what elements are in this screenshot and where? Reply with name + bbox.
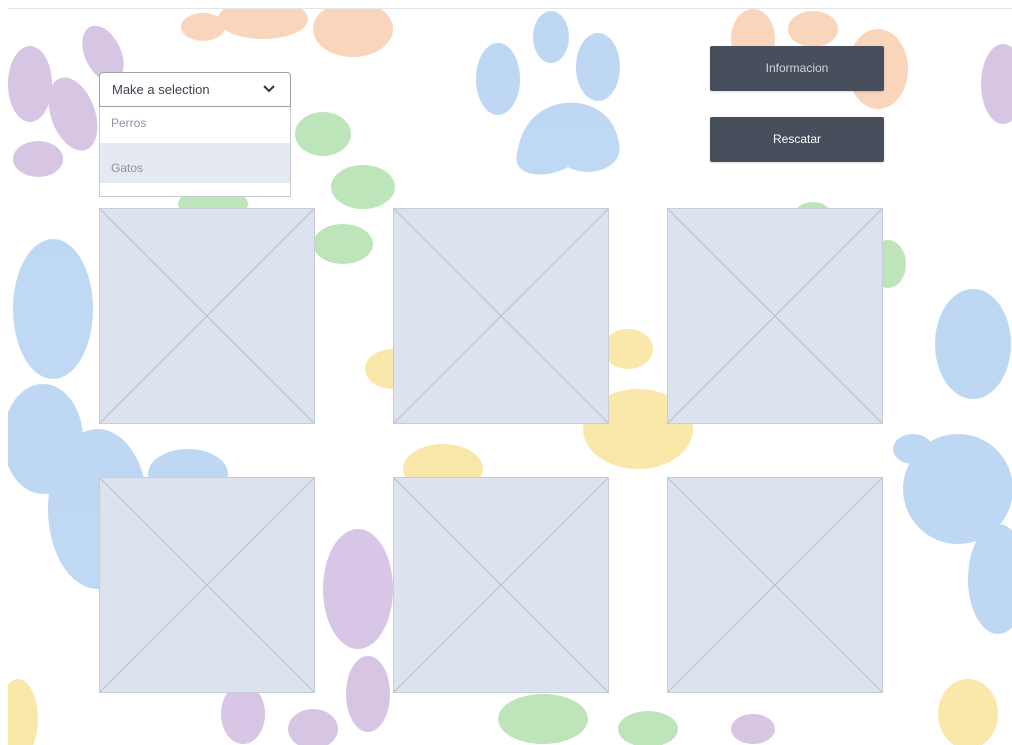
pet-image-placeholder[interactable] [393,477,609,693]
pet-image-placeholder[interactable] [393,208,609,424]
image-placeholder-icon [668,478,882,692]
dropdown-options-list: Perros Gatos [99,107,291,197]
chevron-down-icon [263,85,275,93]
pet-image-placeholder[interactable] [99,208,315,424]
informacion-button[interactable]: Informacion [710,46,884,91]
pet-image-placeholder[interactable] [667,477,883,693]
image-placeholder-icon [394,478,608,692]
image-placeholder-icon [100,209,314,423]
dropdown-toggle[interactable]: Make a selection [99,72,291,107]
rescatar-button[interactable]: Rescatar [710,117,884,162]
dropdown-option-perros[interactable]: Perros [100,107,290,143]
page: Make a selection Perros Gatos Informacio… [0,0,1012,745]
informacion-button-label: Informacion [765,61,829,75]
image-placeholder-icon [100,478,314,692]
animal-type-dropdown[interactable]: Make a selection Perros Gatos [99,72,291,197]
dropdown-option-gatos[interactable]: Gatos [100,143,290,183]
dropdown-selected-label: Make a selection [112,82,210,97]
image-placeholder-icon [668,209,882,423]
image-placeholder-icon [394,209,608,423]
pet-image-placeholder[interactable] [99,477,315,693]
pet-image-placeholder[interactable] [667,208,883,424]
